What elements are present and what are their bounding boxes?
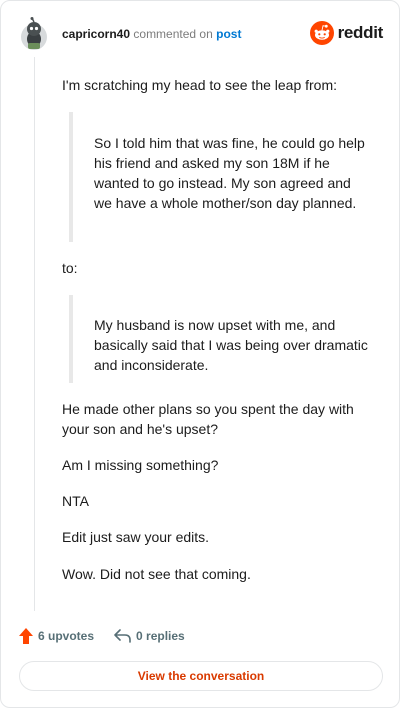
reddit-logo-icon xyxy=(309,21,334,45)
comment-paragraph: to: xyxy=(62,260,78,276)
commented-on-text: commented on xyxy=(133,27,213,41)
view-conversation-button[interactable]: View the conversation xyxy=(19,661,383,691)
comment-meta: capricorn40 commented on post xyxy=(62,27,241,41)
comment-embed-card: capricorn40 commented on post reddit I'm… xyxy=(0,0,400,708)
blockquote: So I told him that was fine, he could go… xyxy=(69,112,369,242)
post-link[interactable]: post xyxy=(216,27,241,41)
upvote-count: 6 upvotes xyxy=(38,629,95,643)
reply-count: 0 replies xyxy=(136,629,185,643)
quote-text: So I told him that was fine, he could go… xyxy=(94,135,365,211)
thread-line xyxy=(34,57,35,611)
avatar-icon[interactable] xyxy=(19,17,49,51)
comment-paragraph: He made other plans so you spent the day… xyxy=(62,401,354,437)
reply-arrow-icon xyxy=(114,629,131,643)
quote-text: My husband is now upset with me, and bas… xyxy=(94,317,368,373)
username-link[interactable]: capricorn40 xyxy=(62,27,130,41)
upvote-arrow-icon xyxy=(19,628,33,644)
reddit-wordmark: reddit xyxy=(337,23,384,42)
comment-paragraph: NTA xyxy=(62,493,89,509)
blockquote: My husband is now upset with me, and bas… xyxy=(69,295,369,383)
comment-header: capricorn40 commented on post reddit xyxy=(19,17,383,51)
comment-actions: 6 upvotes 0 replies xyxy=(19,626,185,646)
comment-paragraph: I'm scratching my head to see the leap f… xyxy=(62,77,338,93)
comment-paragraph: Am I missing something? xyxy=(62,457,219,473)
comment-paragraph: Wow. Did not see that coming. xyxy=(62,566,251,582)
reddit-logo[interactable]: reddit xyxy=(309,21,384,45)
reply-button[interactable]: 0 replies xyxy=(114,629,185,643)
upvote-button[interactable]: 6 upvotes xyxy=(19,628,94,644)
comment-paragraph: Edit just saw your edits. xyxy=(62,529,210,545)
